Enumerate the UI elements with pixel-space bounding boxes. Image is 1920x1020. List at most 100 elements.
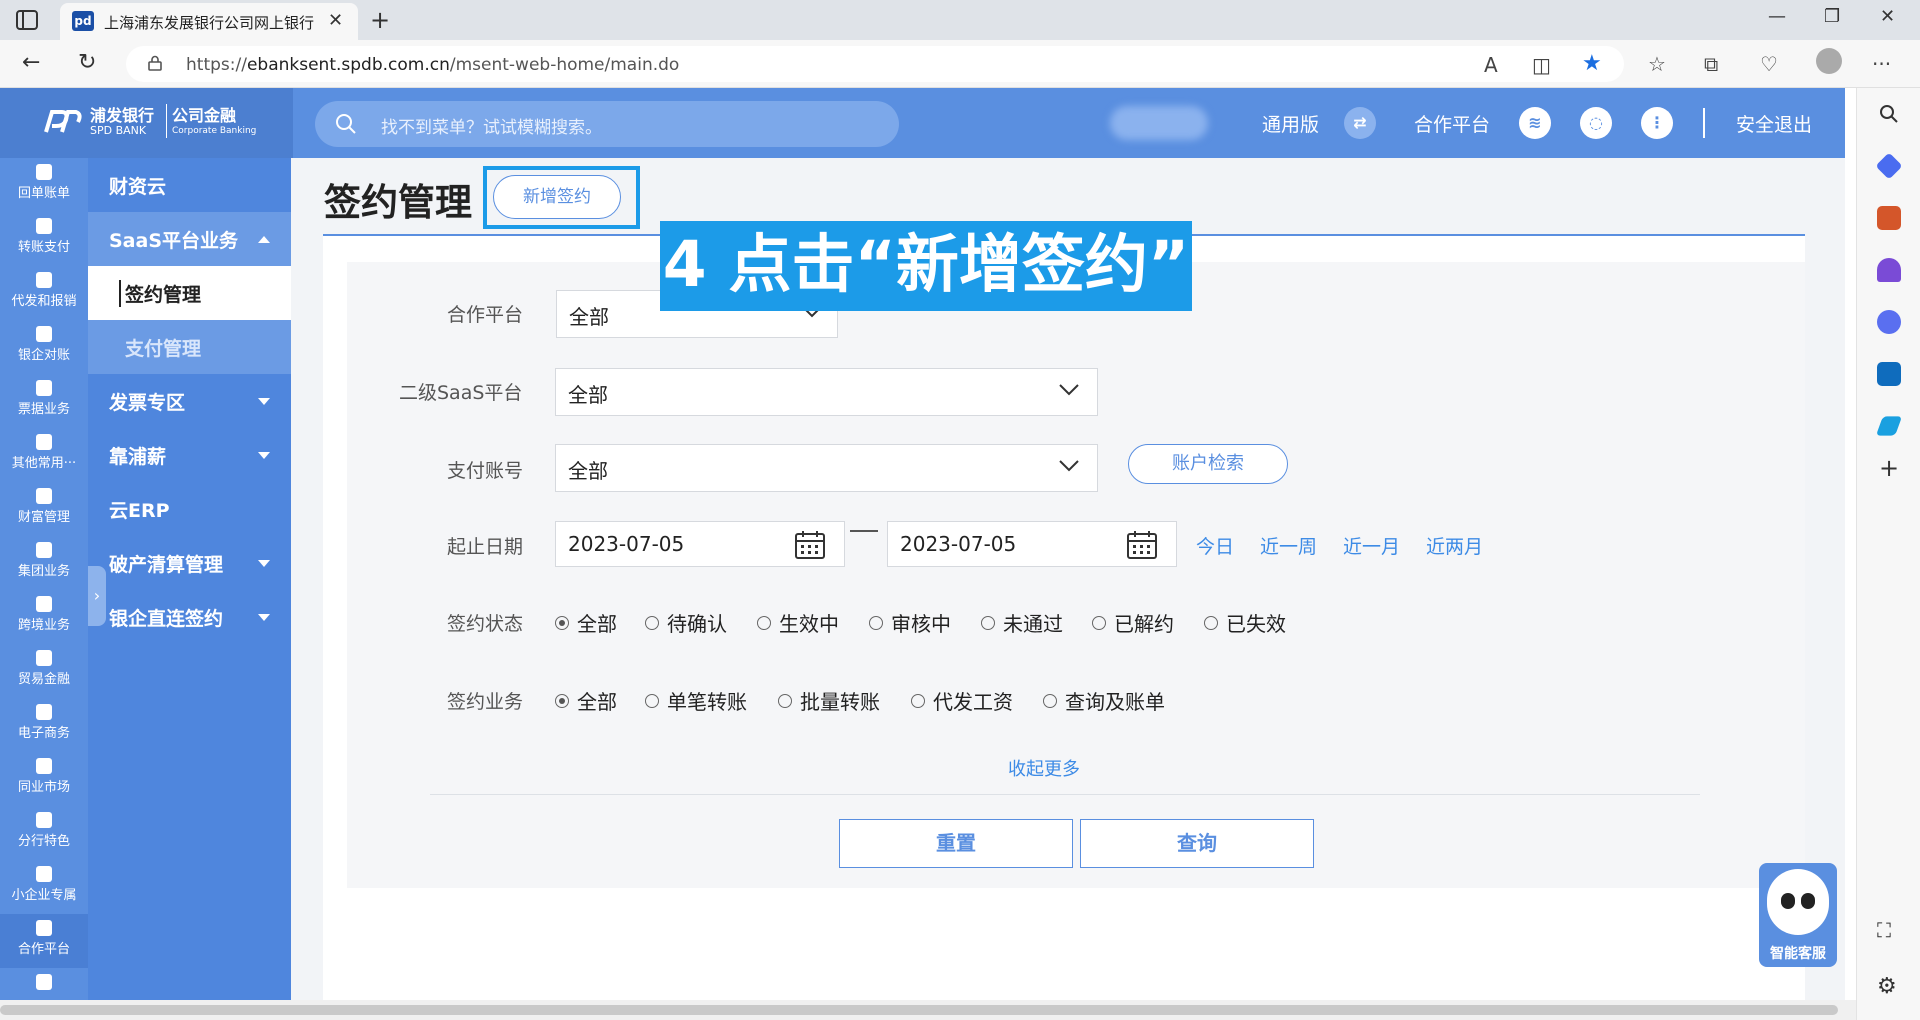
saas-select[interactable]: 全部 [555, 368, 1098, 416]
business-radio-query[interactable]: 查询及账单 [1043, 686, 1165, 715]
quick-date-month[interactable]: 近一月 [1343, 532, 1400, 559]
start-date-input[interactable]: 2023-07-05 [555, 521, 845, 567]
radio-checked-icon [555, 694, 569, 708]
rail-item-interbank[interactable]: 同业市场 [0, 752, 88, 806]
radio-icon [911, 694, 925, 708]
menu-item-kaopuxin[interactable]: 靠浦薪 [88, 428, 291, 482]
rail-item-trade[interactable]: 贸易金融 [0, 644, 88, 698]
menu-item-saas[interactable]: SaaS平台业务 [88, 212, 291, 266]
refresh-icon[interactable]: ↻ [78, 50, 96, 75]
close-tab-icon[interactable]: ✕ [328, 10, 343, 31]
restore-icon[interactable]: ❐ [1824, 6, 1840, 27]
status-radio-active[interactable]: 生效中 [757, 608, 839, 637]
url-field[interactable]: https://ebanksent.spdb.com.cn/msent-web-… [126, 46, 1624, 82]
tools-icon[interactable] [1877, 206, 1901, 230]
favorite-star-icon[interactable]: ★ [1582, 51, 1602, 76]
rail-item-transfer[interactable]: 转账支付 [0, 212, 88, 266]
collections-icon[interactable]: ⧉ [1704, 52, 1718, 76]
rail-item-payroll[interactable]: 代发和报销 [0, 266, 88, 320]
menu-item-caiziyun[interactable]: 财资云 [88, 158, 291, 212]
spdb-logo[interactable]: 浦发银行 SPD BANK 公司金融 Corporate Banking [0, 88, 293, 158]
menu-search-input[interactable]: 找不到菜单？试试模糊搜索。 [315, 101, 899, 147]
performance-icon[interactable]: ♡ [1760, 52, 1778, 76]
browser-tab[interactable]: pd 上海浦东发展银行公司网上银行 ✕ [60, 3, 358, 40]
status-radio-pending[interactable]: 待确认 [645, 608, 727, 637]
search-icon[interactable] [1877, 102, 1901, 126]
menu-sub-sign-management[interactable]: 签约管理 [88, 266, 291, 320]
menu-item-direct-sign[interactable]: 银企直连签约 [88, 590, 291, 644]
copilot-icon[interactable] [1877, 310, 1901, 334]
rail-item-receipt[interactable]: 回单账单 [0, 158, 88, 212]
favorites-icon[interactable]: ☆ [1648, 52, 1666, 76]
business-radio-all[interactable]: 全部 [555, 686, 617, 715]
lightbulb-icon[interactable]: ◌ [1580, 107, 1612, 139]
send-icon[interactable] [1875, 416, 1903, 436]
minimize-icon[interactable]: — [1768, 6, 1786, 27]
rail-item-smallbiz[interactable]: 小企业专属 [0, 860, 88, 914]
status-radio-all[interactable]: 全部 [555, 608, 617, 637]
rail-item-bill[interactable]: 票据业务 [0, 374, 88, 428]
quick-date-two-months[interactable]: 近两月 [1426, 532, 1483, 559]
account-select[interactable]: 全部 [555, 444, 1098, 492]
business-radio-single[interactable]: 单笔转账 [645, 686, 747, 715]
menu-sub-payment-management[interactable]: 支付管理 [88, 320, 291, 374]
more-options-icon[interactable]: ··· [1872, 52, 1891, 76]
query-button[interactable]: 查询 [1080, 819, 1314, 868]
quick-date-today[interactable]: 今日 [1196, 532, 1234, 559]
quick-date-week[interactable]: 近一周 [1260, 532, 1317, 559]
reset-button[interactable]: 重置 [839, 819, 1073, 868]
status-radio-expired[interactable]: 已失效 [1204, 608, 1286, 637]
rail-item-partner[interactable]: 合作平台 [0, 914, 88, 968]
status-radio-rejected[interactable]: 未通过 [981, 608, 1063, 637]
new-tab-icon[interactable]: + [370, 6, 390, 34]
rail-item-crossborder[interactable]: 跨境业务 [0, 590, 88, 644]
status-radio-reviewing[interactable]: 审核中 [869, 608, 951, 637]
menu-item-invoice[interactable]: 发票专区 [88, 374, 291, 428]
logout-button[interactable]: 安全退出 [1736, 110, 1812, 137]
settings-gear-icon[interactable]: ⚙ [1877, 974, 1897, 999]
add-sign-button[interactable]: 新增签约 [493, 175, 621, 219]
version-label[interactable]: 通用版 [1262, 110, 1319, 137]
screenshot-icon[interactable]: ⛶ [1877, 918, 1891, 942]
business-radio-payroll[interactable]: 代发工资 [911, 686, 1013, 715]
tab-actions-icon[interactable] [14, 8, 40, 32]
calendar-icon[interactable] [794, 530, 826, 560]
rail-item-branch[interactable]: 分行特色 [0, 806, 88, 860]
lock-icon[interactable] [148, 55, 162, 71]
close-window-icon[interactable]: ✕ [1880, 6, 1895, 27]
calendar-icon[interactable] [1126, 530, 1158, 560]
collapse-rail-handle[interactable]: › [88, 566, 106, 626]
more-vertical-icon[interactable]: ⋮ [1641, 107, 1673, 139]
menu-item-cloud-erp[interactable]: 云ERP [88, 482, 291, 536]
spdb-favicon-icon: pd [72, 11, 94, 31]
read-aloud-icon[interactable]: A [1484, 53, 1498, 77]
layers-icon[interactable]: ≋ [1519, 107, 1551, 139]
business-radio-batch[interactable]: 批量转账 [778, 686, 880, 715]
shopping-tag-icon[interactable] [1875, 152, 1903, 180]
status-radio-terminated[interactable]: 已解约 [1092, 608, 1174, 637]
games-icon[interactable] [1877, 258, 1901, 282]
switch-version-icon[interactable]: ⇄ [1344, 107, 1376, 139]
rail-item-other[interactable]: 其他常用··· [0, 428, 88, 482]
split-screen-icon[interactable]: ◫ [1532, 53, 1551, 77]
rail-item-wealth[interactable]: 财富管理 [0, 482, 88, 536]
rail-item-group[interactable]: 集团业务 [0, 536, 88, 590]
end-date-input[interactable]: 2023-07-05 [887, 521, 1177, 567]
horizontal-scrollbar[interactable] [0, 1000, 1856, 1020]
rail-item-more[interactable] [0, 968, 88, 1000]
rail-item-reconcile[interactable]: 银企对账 [0, 320, 88, 374]
back-icon[interactable]: ← [22, 50, 40, 75]
smart-assistant-button[interactable]: 智能客服 [1759, 863, 1837, 967]
add-sidebar-app-icon[interactable]: + [1879, 454, 1899, 482]
group-icon [36, 542, 52, 558]
partner-platform-link[interactable]: 合作平台 [1414, 110, 1490, 137]
profile-avatar-icon[interactable] [1816, 48, 1842, 74]
menu-item-bankruptcy[interactable]: 破产清算管理 [88, 536, 291, 590]
account-search-button[interactable]: 账户检索 [1128, 444, 1288, 484]
rail-item-ecommerce[interactable]: 电子商务 [0, 698, 88, 752]
caret-down-icon [258, 398, 270, 405]
business-label: 签约业务 [447, 691, 524, 713]
outlook-icon[interactable] [1877, 362, 1901, 386]
scrollbar-thumb[interactable] [0, 1005, 1838, 1015]
collapse-more-link[interactable]: 收起更多 [1008, 755, 1080, 781]
